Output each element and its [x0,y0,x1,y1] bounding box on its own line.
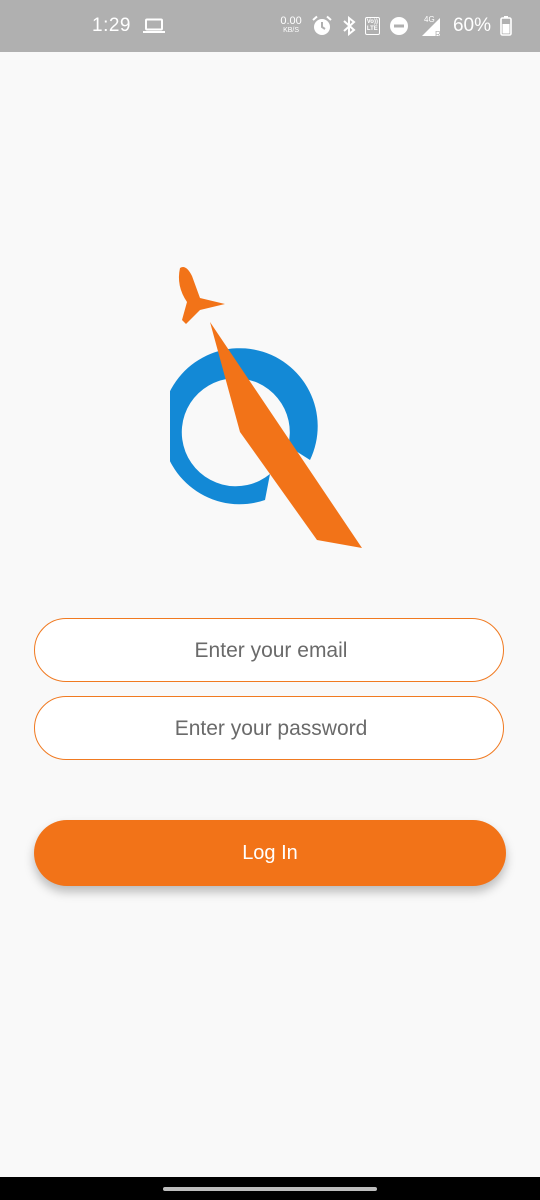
status-left: 1:29 [92,0,165,52]
email-field-container [34,618,507,683]
navigation-bar [0,1177,540,1200]
status-bar: 1:29 0.00 KB/S Vo)) LTE 4G R 60% [0,0,540,52]
volte-icon: Vo)) LTE [364,17,380,35]
battery-percent: 60% [452,15,491,36]
password-field[interactable] [35,697,507,761]
laptop-icon [142,18,165,34]
net-speed-value: 0.00 [280,15,302,27]
volte-bottom: LTE [366,26,378,32]
net-speed: 0.00 KB/S [280,15,302,35]
net-speed-unit: KB/S [283,27,300,34]
login-button[interactable]: Log In [34,820,506,886]
app-logo [170,267,362,548]
status-right: 0.00 KB/S Vo)) LTE 4G R 60% [280,0,512,52]
status-time: 1:29 [92,15,131,36]
alarm-icon [311,15,333,37]
email-field[interactable] [35,619,507,683]
dnd-icon [389,16,409,36]
signal-icon: 4G R [418,14,444,38]
bluetooth-icon [342,16,356,36]
password-field-container [34,696,507,761]
battery-icon [500,16,512,36]
network-type: 4G [424,15,435,24]
logo-rocket [178,267,225,324]
roaming-indicator: R [435,30,441,38]
home-indicator[interactable] [163,1187,377,1191]
volte-top: Vo)) [366,19,378,25]
